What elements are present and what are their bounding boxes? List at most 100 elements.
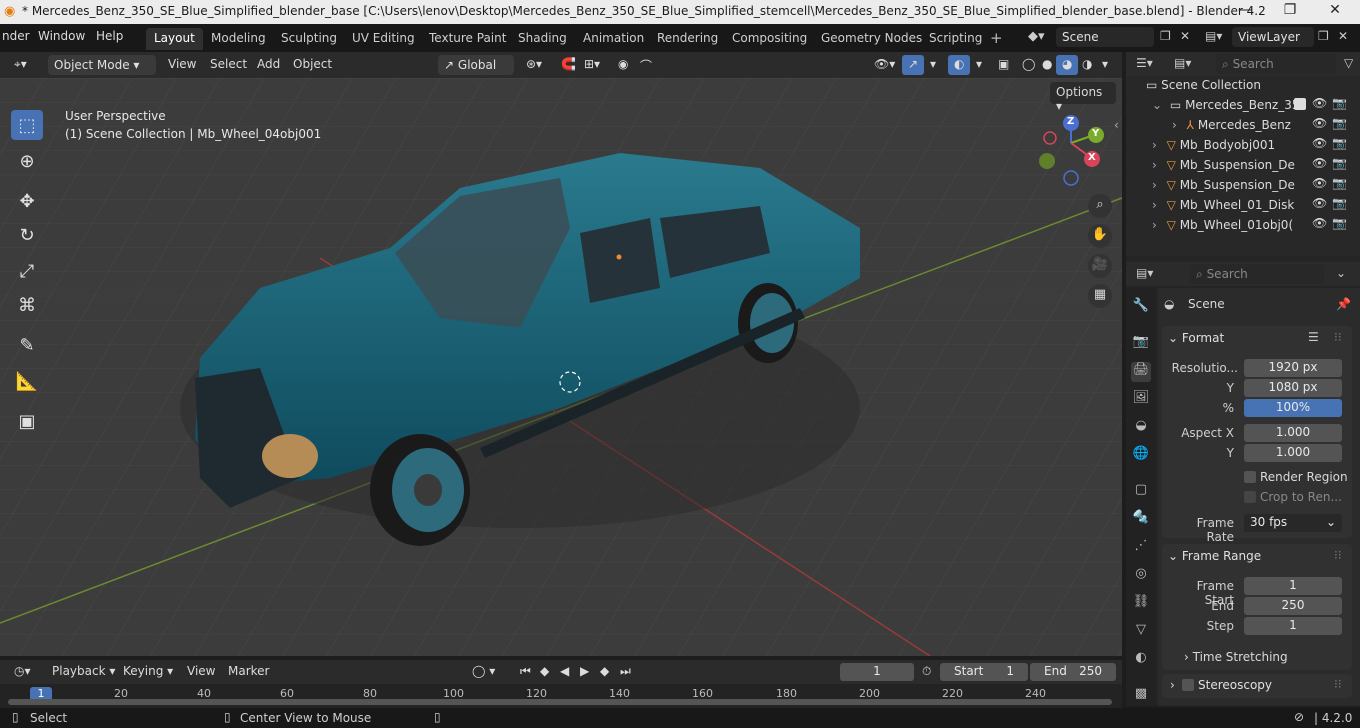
tab-compositing[interactable]: Compositing xyxy=(724,28,815,50)
viewlayer-selector-icon[interactable]: ▤▾ xyxy=(1205,29,1222,43)
eye-icon[interactable]: 👁 xyxy=(1312,196,1327,210)
tab-rendering[interactable]: Rendering xyxy=(649,28,726,50)
properties-options-icon[interactable]: ⌄ xyxy=(1336,266,1346,280)
timeline-editor-icon[interactable]: ◷▾ xyxy=(8,662,37,682)
gizmo-toggle-icon[interactable]: ↗ xyxy=(902,55,925,75)
cursor-tool-icon[interactable]: ⊕ xyxy=(11,146,43,176)
tab-layout[interactable]: Layout xyxy=(146,28,203,50)
texture-tab-icon[interactable]: ▩ xyxy=(1131,686,1151,706)
chevron-right-icon[interactable]: › xyxy=(1172,118,1177,132)
outliner-item-wheel-disk[interactable]: › ▽ Mb_Wheel_01_Disk xyxy=(1152,198,1294,218)
outliner-scene-collection[interactable]: ▭ Scene Collection xyxy=(1146,78,1261,98)
outliner-search-input[interactable]: ⌕ Search xyxy=(1216,54,1336,74)
time-stretching-subpanel[interactable]: › Time Stretching xyxy=(1184,650,1288,664)
visibility-icon[interactable]: 👁▾ xyxy=(868,55,901,75)
menu-help[interactable]: Help xyxy=(96,29,123,43)
chevron-right-icon[interactable]: › xyxy=(1152,218,1157,232)
add-cube-tool-icon[interactable]: ▣ xyxy=(11,406,43,436)
transform-orientation[interactable]: ↗ Global xyxy=(438,55,514,75)
overlays-toggle-icon[interactable]: ◐ xyxy=(948,55,971,75)
frame-start-field[interactable]: 1 xyxy=(1244,577,1342,595)
exclude-checkbox[interactable] xyxy=(1294,98,1306,110)
particles-tab-icon[interactable]: ⋰ xyxy=(1131,538,1151,558)
menu-timeline-view[interactable]: View xyxy=(181,662,221,682)
outliner-item-armature[interactable]: › ⅄ Mercedes_Benz xyxy=(1172,118,1291,138)
stereoscopy-checkbox[interactable] xyxy=(1182,679,1194,691)
scene-selector-icon[interactable]: ◆▾ xyxy=(1028,29,1045,44)
properties-editor-icon[interactable]: ▤▾ xyxy=(1136,266,1153,280)
editor-type-icon[interactable]: ⌖▾ xyxy=(8,55,33,75)
aspect-x-field[interactable]: 1.000 xyxy=(1244,424,1342,442)
menu-object[interactable]: Object xyxy=(287,55,338,75)
play-reverse-icon[interactable]: ◀ xyxy=(554,662,575,682)
resolution-y-field[interactable]: 1080 px xyxy=(1244,379,1342,397)
resolution-x-field[interactable]: 1920 px xyxy=(1244,359,1342,377)
jump-end-icon[interactable]: ⏭ xyxy=(614,662,637,682)
measure-tool-icon[interactable]: 📐 xyxy=(11,366,43,396)
overlays-dropdown-icon[interactable]: ▾ xyxy=(970,55,988,75)
outliner-item-suspension-1[interactable]: › ▽ Mb_Suspension_De xyxy=(1152,158,1295,178)
stopwatch-icon[interactable]: ⏱ xyxy=(922,664,931,679)
camera-icon[interactable]: 📷 xyxy=(1332,116,1347,130)
camera-view-icon[interactable]: 🎥 xyxy=(1088,254,1112,278)
proportional-edit-icon[interactable]: ◉ xyxy=(612,55,634,75)
timeline-scrollbar[interactable] xyxy=(8,699,1112,705)
sidebar-toggle-icon[interactable]: ‹ xyxy=(1114,118,1119,132)
eye-icon[interactable]: 👁 xyxy=(1312,156,1327,170)
jump-keyframe-back-icon[interactable]: ◆ xyxy=(534,662,555,682)
viewport-options-button[interactable]: Options ▾ xyxy=(1050,82,1116,113)
data-tab-icon[interactable]: ▽ xyxy=(1131,622,1151,642)
frame-step-field[interactable]: 1 xyxy=(1244,617,1342,635)
format-section-header[interactable]: ⌄ Format xyxy=(1168,331,1224,345)
properties-search-input[interactable]: ⌕ Search xyxy=(1190,264,1324,284)
viewlayer-name-field[interactable]: ViewLayer xyxy=(1232,27,1314,47)
zoom-icon[interactable]: ⌕ xyxy=(1088,194,1112,218)
presets-list-icon[interactable]: ☰ xyxy=(1308,330,1319,344)
perspective-toggle-icon[interactable]: ▦ xyxy=(1088,284,1112,308)
frame-end-field[interactable]: 250 xyxy=(1244,597,1342,615)
camera-icon[interactable]: 📷 xyxy=(1332,216,1347,230)
tab-geometry-nodes[interactable]: Geometry Nodes xyxy=(813,28,930,50)
falloff-icon[interactable]: ⌒ xyxy=(634,55,658,75)
gizmo-dropdown-icon[interactable]: ▾ xyxy=(924,55,942,75)
jump-keyframe-forward-icon[interactable]: ◆ xyxy=(594,662,615,682)
menu-add[interactable]: Add xyxy=(251,55,286,75)
maximize-button[interactable]: ❐ xyxy=(1267,2,1313,22)
menu-marker[interactable]: Marker xyxy=(222,662,275,682)
select-box-tool-icon[interactable]: ⬚ xyxy=(11,110,43,140)
chevron-down-icon[interactable]: ⌄ xyxy=(1152,98,1162,112)
tab-texture-paint[interactable]: Texture Paint xyxy=(421,28,514,50)
camera-icon[interactable]: 📷 xyxy=(1332,196,1347,210)
move-tool-icon[interactable]: ✥ xyxy=(11,186,43,216)
snap-target-icon[interactable]: ⊞▾ xyxy=(578,55,606,75)
render-tab-icon[interactable]: 📷 xyxy=(1131,334,1151,354)
outliner-filter-icon[interactable]: ▽ xyxy=(1344,56,1353,70)
tab-scripting[interactable]: Scripting xyxy=(921,28,990,50)
outliner-display-mode-icon[interactable]: ▤▾ xyxy=(1174,56,1191,70)
outliner-item-suspension-2[interactable]: › ▽ Mb_Suspension_De xyxy=(1152,178,1295,198)
camera-icon[interactable]: 📷 xyxy=(1332,156,1347,170)
constraints-tab-icon[interactable]: ⛓ xyxy=(1131,594,1151,614)
chevron-right-icon[interactable]: › xyxy=(1152,198,1157,212)
transform-tool-icon[interactable]: ⌘ xyxy=(11,290,43,320)
chevron-right-icon[interactable]: › xyxy=(1152,138,1157,152)
menu-render[interactable]: nder xyxy=(2,29,30,43)
rotate-tool-icon[interactable]: ↻ xyxy=(11,220,43,250)
menu-view[interactable]: View xyxy=(162,55,202,75)
drag-handle-icon[interactable]: ⁝⁝ xyxy=(1334,548,1342,562)
camera-icon[interactable]: 📷 xyxy=(1332,176,1347,190)
eye-icon[interactable]: 👁 xyxy=(1312,176,1327,190)
xray-icon[interactable]: ▣ xyxy=(992,55,1015,75)
shading-dropdown-icon[interactable]: ▾ xyxy=(1096,55,1114,75)
crop-checkbox[interactable] xyxy=(1244,491,1256,503)
resolution-percentage-field[interactable]: 100% xyxy=(1244,399,1342,417)
timeline-start-field[interactable]: Start 1 xyxy=(940,663,1028,681)
play-icon[interactable]: ▶ xyxy=(574,662,595,682)
drag-handle-icon[interactable]: ⁝⁝ xyxy=(1334,677,1342,691)
tab-shading[interactable]: Shading xyxy=(510,28,575,50)
minimize-button[interactable]: — xyxy=(1222,2,1268,22)
chevron-right-icon[interactable]: › xyxy=(1152,158,1157,172)
tab-sculpting[interactable]: Sculpting xyxy=(273,28,345,50)
annotate-tool-icon[interactable]: ✎ xyxy=(11,330,43,360)
pin-icon[interactable]: 📌 xyxy=(1336,297,1351,311)
